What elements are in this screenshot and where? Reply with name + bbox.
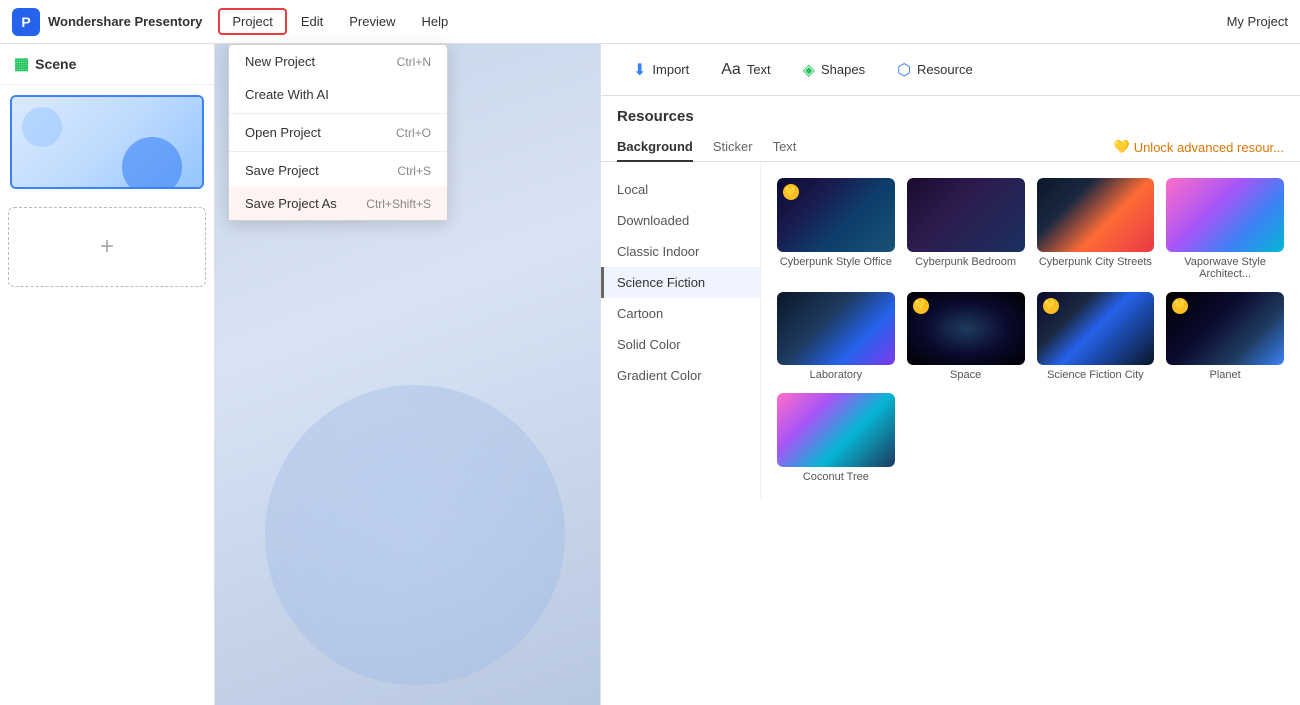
menubar: P Wondershare Presentory Project Edit Pr… <box>0 0 1300 44</box>
sidebar-item-classic-indoor[interactable]: Classic Indoor <box>601 236 760 267</box>
sidebar-item-science-fiction[interactable]: Science Fiction <box>601 267 760 298</box>
app-logo: P Wondershare Presentory <box>12 8 202 36</box>
resources-panel: ⬇ Import Aa Text ◈ Shapes ⬡ Resource Res… <box>600 44 1300 705</box>
resources-section-header: Resources <box>601 96 1300 125</box>
text-icon: Aa <box>721 61 741 79</box>
canvas-circle-decoration <box>265 385 565 685</box>
menu-items: Project Edit Preview Help <box>218 8 460 35</box>
resource-label-8: Coconut Tree <box>777 471 895 483</box>
add-scene-icon: + <box>100 233 114 261</box>
scenes-panel: ▦ Scene 1 + <box>0 44 215 705</box>
resource-img-4 <box>777 292 895 366</box>
resource-img-5: 💛 <box>907 292 1025 366</box>
resource-img-7: 💛 <box>1166 292 1284 366</box>
premium-badge-5: 💛 <box>913 298 929 314</box>
add-scene-button[interactable]: + <box>8 207 206 287</box>
scene-icon: ▦ <box>14 54 29 74</box>
sidebar-item-cartoon[interactable]: Cartoon <box>601 298 760 329</box>
main-layout: ▦ Scene 1 + ⬇ Import Aa T <box>0 44 1300 705</box>
text-label: Text <box>747 62 771 77</box>
sidebar-item-downloaded[interactable]: Downloaded <box>601 205 760 236</box>
resource-card-6[interactable]: 💛 Science Fiction City <box>1037 292 1155 382</box>
thumb-shape-1 <box>122 137 182 187</box>
unlock-text: Unlock advanced resour... <box>1134 140 1284 155</box>
resource-img-2 <box>1037 178 1155 252</box>
resource-card-8[interactable]: Coconut Tree <box>777 393 895 483</box>
dropdown-divider-1 <box>229 113 447 114</box>
resource-card-3[interactable]: Vaporwave Style Architect... <box>1166 178 1284 280</box>
resource-card-0[interactable]: 💛 Cyberpunk Style Office <box>777 178 895 280</box>
menu-item-help[interactable]: Help <box>410 10 461 33</box>
resource-label-5: Space <box>907 369 1025 381</box>
resource-img-0: 💛 <box>777 178 895 252</box>
sidebar-item-gradient-color[interactable]: Gradient Color <box>601 360 760 391</box>
resource-label-6: Science Fiction City <box>1037 369 1155 381</box>
resource-card-2[interactable]: Cyberpunk City Streets <box>1037 178 1155 280</box>
shapes-icon: ◈ <box>803 60 815 80</box>
tab-background[interactable]: Background <box>617 133 693 162</box>
import-label: Import <box>652 62 689 77</box>
dropdown-save-project[interactable]: Save Project Ctrl+S <box>229 154 447 187</box>
resources-section: Resources Background Sticker Text Unlock… <box>601 96 1300 705</box>
thumb-shape-2 <box>22 107 62 147</box>
scenes-header: ▦ Scene <box>0 44 214 85</box>
resource-img-8 <box>777 393 895 467</box>
shapes-button[interactable]: ◈ Shapes <box>787 52 881 88</box>
premium-badge-7: 💛 <box>1172 298 1188 314</box>
menu-item-preview[interactable]: Preview <box>337 10 407 33</box>
resource-label-4: Laboratory <box>777 369 895 381</box>
dropdown-save-project-as[interactable]: Save Project As Ctrl+Shift+S <box>229 187 447 220</box>
sidebar-item-solid-color[interactable]: Solid Color <box>601 329 760 360</box>
tab-text[interactable]: Text <box>773 133 797 162</box>
dropdown-divider-2 <box>229 151 447 152</box>
premium-badge-6: 💛 <box>1043 298 1059 314</box>
tab-sticker[interactable]: Sticker <box>713 133 753 162</box>
resource-label: Resource <box>917 62 973 77</box>
app-logo-icon: P <box>12 8 40 36</box>
menu-item-edit[interactable]: Edit <box>289 10 335 33</box>
resource-card-7[interactable]: 💛 Planet <box>1166 292 1284 382</box>
resource-label-3: Vaporwave Style Architect... <box>1166 256 1284 280</box>
dropdown-open-project[interactable]: Open Project Ctrl+O <box>229 116 447 149</box>
premium-badge-0: 💛 <box>783 184 799 200</box>
toolbar: ⬇ Import Aa Text ◈ Shapes ⬡ Resource <box>601 44 1300 96</box>
unlock-link[interactable]: Unlock advanced resour... <box>1114 139 1285 155</box>
resource-img-1 <box>907 178 1025 252</box>
resources-sidebar: Local Downloaded Classic Indoor Science … <box>601 162 761 499</box>
scene-item-1[interactable]: 1 <box>10 95 204 189</box>
menu-item-project[interactable]: Project <box>218 8 286 35</box>
resource-icon: ⬡ <box>897 60 911 80</box>
scene-thumbnail-1 <box>12 97 202 187</box>
resources-tabs: Background Sticker Text Unlock advanced … <box>601 125 1300 162</box>
import-button[interactable]: ⬇ Import <box>617 52 705 88</box>
scenes-title: Scene <box>35 56 76 72</box>
dropdown-create-ai[interactable]: Create With AI <box>229 78 447 111</box>
resource-label-1: Cyberpunk Bedroom <box>907 256 1025 268</box>
project-dropdown: New Project Ctrl+N Create With AI Open P… <box>228 44 448 221</box>
resource-img-3 <box>1166 178 1284 252</box>
dropdown-new-project[interactable]: New Project Ctrl+N <box>229 45 447 78</box>
resource-card-5[interactable]: 💛 Space <box>907 292 1025 382</box>
text-button[interactable]: Aa Text <box>705 53 786 87</box>
resources-body: Local Downloaded Classic Indoor Science … <box>601 162 1300 499</box>
shapes-label: Shapes <box>821 62 865 77</box>
my-project-link[interactable]: My Project <box>1227 14 1288 29</box>
resource-label-7: Planet <box>1166 369 1284 381</box>
resources-grid: 💛 Cyberpunk Style Office Cyberpunk Bedro… <box>761 162 1300 499</box>
resource-label-0: Cyberpunk Style Office <box>777 256 895 268</box>
resource-label-2: Cyberpunk City Streets <box>1037 256 1155 268</box>
resource-card-4[interactable]: Laboratory <box>777 292 895 382</box>
resource-button[interactable]: ⬡ Resource <box>881 52 989 88</box>
sidebar-item-local[interactable]: Local <box>601 174 760 205</box>
resource-img-6: 💛 <box>1037 292 1155 366</box>
resource-card-1[interactable]: Cyberpunk Bedroom <box>907 178 1025 280</box>
app-name: Wondershare Presentory <box>48 14 202 29</box>
import-icon: ⬇ <box>633 60 646 80</box>
